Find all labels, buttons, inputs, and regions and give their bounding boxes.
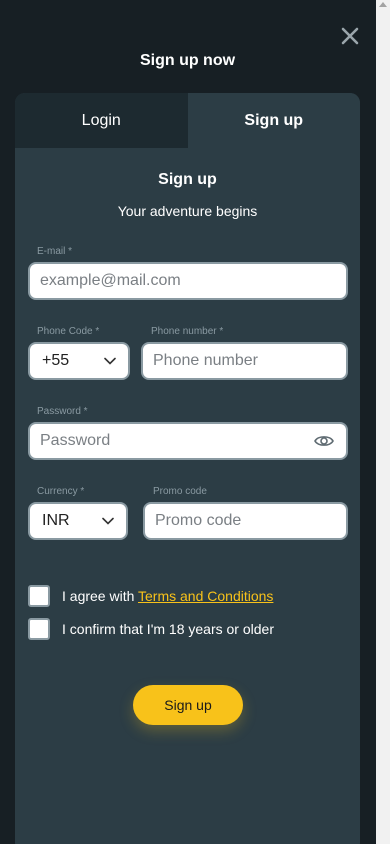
form-title: Sign up — [158, 171, 217, 188]
page-scrollbar[interactable] — [376, 0, 390, 844]
terms-link[interactable]: Terms and Conditions — [138, 588, 273, 604]
chevron-down-icon — [102, 517, 114, 525]
tab-signup[interactable]: Sign up — [187, 93, 360, 148]
currency-value: INR — [42, 512, 70, 529]
modal-title: Sign up now — [139, 52, 236, 69]
close-icon — [341, 27, 359, 45]
terms-text: I agree with Terms and Conditions — [62, 588, 273, 604]
promo-code-label: Promo code — [153, 486, 207, 497]
chevron-down-icon — [104, 357, 116, 365]
email-field[interactable] — [30, 272, 346, 290]
signup-panel: Login Sign up Sign up Your adventure beg… — [15, 93, 360, 844]
email-label: E-mail * — [37, 246, 73, 257]
scroll-up-arrow-icon[interactable] — [379, 2, 387, 7]
age-row: I confirm that I'm 18 years or older — [28, 618, 274, 640]
currency-select[interactable]: INR — [28, 502, 128, 540]
auth-tabs: Login Sign up — [15, 93, 360, 148]
phone-number-wrapper — [141, 342, 348, 380]
promo-code-wrapper — [143, 502, 348, 540]
phone-code-label: Phone Code * — [37, 326, 100, 337]
phone-code-value: +55 — [42, 352, 70, 369]
eye-icon[interactable] — [314, 433, 334, 449]
phone-code-select[interactable]: +55 — [28, 342, 130, 380]
close-button[interactable] — [338, 24, 362, 48]
phone-number-label: Phone number * — [151, 326, 224, 337]
tab-login[interactable]: Login — [15, 93, 188, 148]
terms-row: I agree with Terms and Conditions — [28, 585, 273, 607]
age-text: I confirm that I'm 18 years or older — [62, 621, 274, 637]
promo-code-field[interactable] — [145, 512, 346, 530]
currency-label: Currency * — [37, 486, 85, 497]
form-subtitle: Your adventure begins — [117, 203, 258, 219]
signup-submit-button[interactable]: Sign up — [133, 685, 243, 725]
age-checkbox[interactable] — [28, 618, 50, 640]
terms-prefix: I agree with — [62, 588, 139, 604]
password-field[interactable] — [30, 432, 346, 450]
password-label: Password * — [37, 406, 88, 417]
password-wrapper — [28, 422, 348, 460]
phone-number-field[interactable] — [143, 352, 346, 370]
terms-checkbox[interactable] — [28, 585, 50, 607]
email-field-wrapper — [28, 262, 348, 300]
